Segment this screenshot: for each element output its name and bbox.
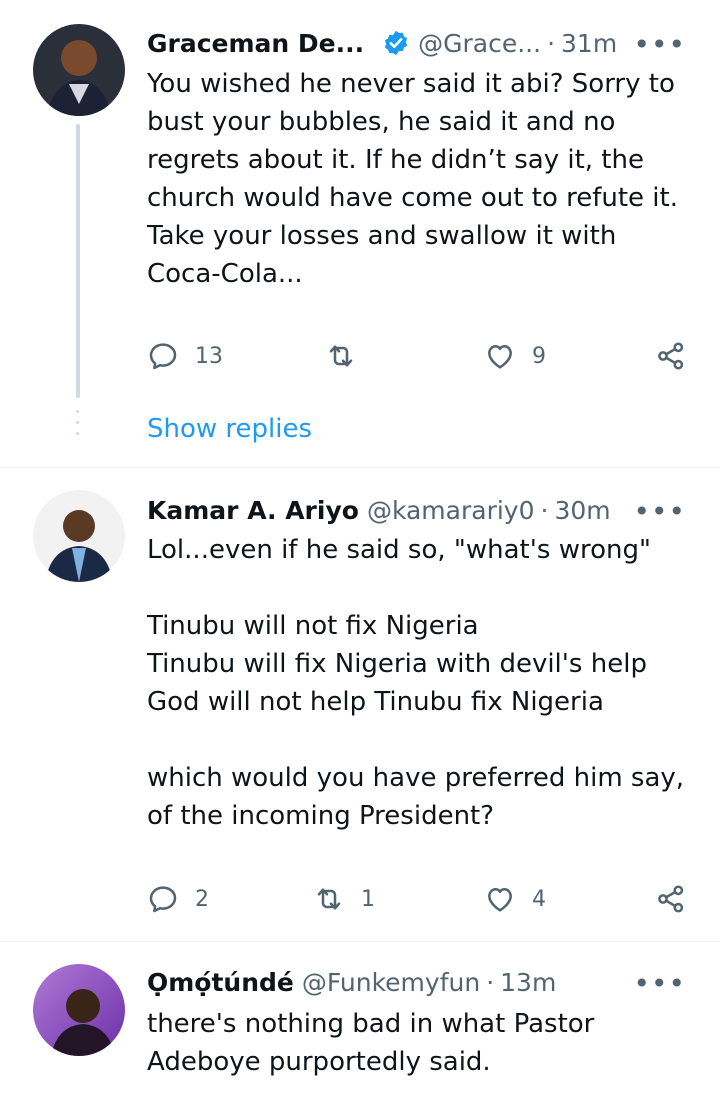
tweet-2[interactable]: Kamar A. Ariyo @kamarariy0 · 30m ••• Lol… — [0, 468, 720, 941]
timestamp[interactable]: 31m — [561, 29, 617, 58]
share-icon — [658, 342, 684, 370]
like-icon — [488, 888, 512, 912]
retweet-count: 1 — [361, 886, 375, 912]
author-name[interactable]: Ọmọ́túndé — [147, 968, 294, 997]
share-icon — [658, 885, 684, 913]
retweet-button[interactable] — [325, 336, 373, 376]
separator: · — [540, 495, 549, 525]
author-name[interactable]: Kamar A. Ariyo — [147, 496, 359, 525]
action-bar: 2 1 4 — [147, 879, 692, 919]
reply-count: 2 — [195, 886, 209, 912]
author-handle[interactable]: @kamarariy0 — [367, 496, 535, 525]
reply-count: 13 — [195, 343, 223, 369]
share-button[interactable] — [655, 336, 687, 376]
tweet-header: Ọmọ́túndé @Funkemyfun · 13m — [147, 964, 690, 1000]
verified-badge-icon — [382, 29, 410, 57]
thread-dots — [76, 410, 79, 443]
reply-button[interactable]: 2 — [147, 879, 209, 919]
author-handle[interactable]: @Grace... — [418, 29, 541, 58]
reply-icon — [149, 886, 177, 913]
separator: · — [547, 28, 556, 58]
tweet-header: Kamar A. Ariyo @kamarariy0 · 30m — [147, 492, 690, 528]
action-bar: 13 9 — [147, 336, 692, 376]
share-button[interactable] — [655, 879, 687, 919]
tweet-text: there's nothing bad in what Pastor Adebo… — [147, 1009, 595, 1077]
avatar-kamar[interactable] — [33, 490, 125, 582]
tweet-text: Lol...even if he said so, "what's wrong"… — [147, 535, 685, 831]
more-icon[interactable]: ••• — [633, 967, 686, 1000]
like-count: 9 — [532, 343, 546, 369]
retweet-button[interactable]: 1 — [313, 879, 375, 919]
like-button[interactable]: 4 — [484, 879, 546, 919]
author-name[interactable]: Graceman De... — [147, 29, 364, 58]
retweet-icon — [329, 345, 353, 367]
avatar-graceman[interactable] — [33, 24, 125, 116]
more-icon[interactable]: ••• — [633, 495, 686, 528]
like-count: 4 — [532, 886, 546, 912]
timestamp[interactable]: 30m — [554, 496, 610, 525]
like-icon — [488, 345, 512, 369]
tweet-text: You wished he never said it abi? Sorry t… — [147, 69, 678, 289]
separator: · — [486, 967, 495, 997]
show-replies-link[interactable]: Show replies — [147, 414, 312, 444]
author-handle[interactable]: @Funkemyfun — [302, 968, 480, 997]
reply-button[interactable]: 13 — [147, 336, 223, 376]
tweet-1[interactable]: Graceman De... @Grace... · 31m ••• You w… — [0, 0, 720, 467]
like-button[interactable]: 9 — [484, 336, 546, 376]
avatar-omotunde[interactable] — [33, 964, 125, 1056]
reply-icon — [149, 343, 177, 370]
tweet-header: Graceman De... @Grace... · 31m — [147, 25, 690, 61]
tweet-3[interactable]: Ọmọ́túndé @Funkemyfun · 13m ••• there's … — [0, 942, 720, 1098]
retweet-icon — [317, 888, 341, 910]
more-icon[interactable]: ••• — [633, 28, 686, 61]
thread-line — [76, 124, 80, 398]
timestamp[interactable]: 13m — [500, 968, 556, 997]
